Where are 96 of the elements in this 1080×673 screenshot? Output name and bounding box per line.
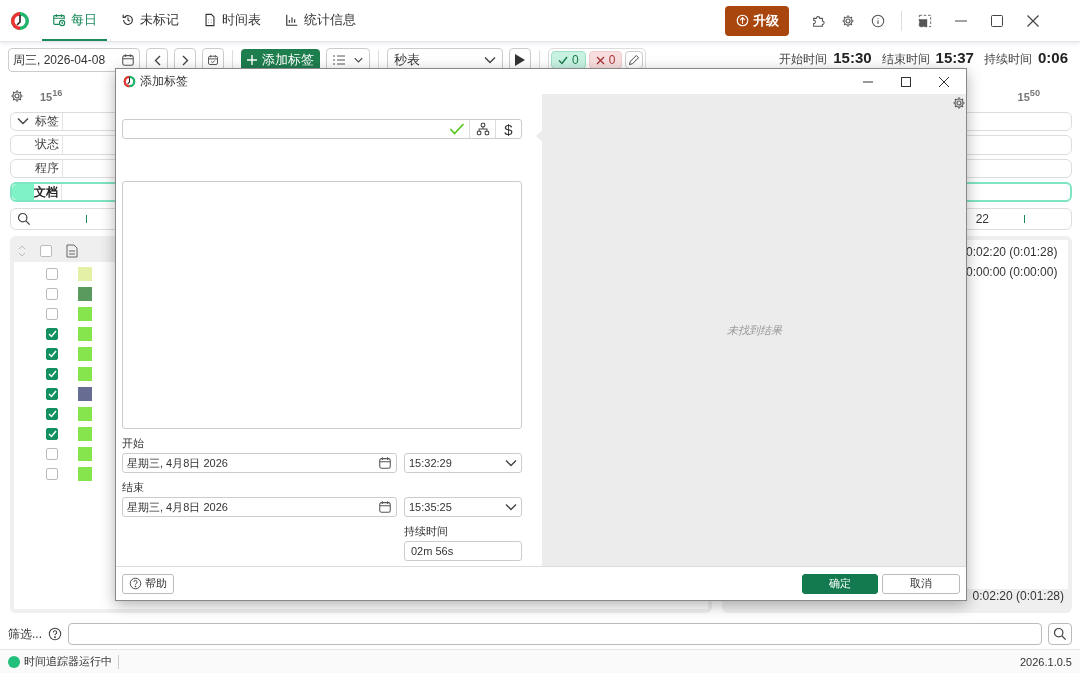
document-icon <box>66 244 78 258</box>
help-icon[interactable] <box>48 627 62 641</box>
maximize-icon[interactable] <box>990 13 1004 28</box>
history-icon <box>121 12 135 27</box>
x-icon <box>595 55 605 65</box>
version-text: 2026.1.0.5 <box>1020 655 1072 668</box>
scale-label: 22 <box>975 212 989 227</box>
dialog-title: 添加标签 <box>140 73 188 90</box>
list-icon <box>333 55 345 65</box>
stat-label: 持续时间 <box>983 50 1032 68</box>
field-label: 结束 <box>122 480 145 494</box>
check-icon <box>449 122 465 136</box>
cancel-button[interactable]: 取消 <box>882 573 960 594</box>
time-tick: 15$^{50}$ <box>1017 88 1040 104</box>
time-select[interactable]: 15:32:29 <box>404 453 522 473</box>
calendar-check-icon <box>207 54 219 66</box>
field-label: 开始 <box>122 436 145 450</box>
checkbox[interactable] <box>46 428 58 440</box>
chevron-left-icon <box>153 54 161 66</box>
time-tick: 15$^{16}$ <box>40 88 63 104</box>
bar-chart-icon <box>285 12 299 27</box>
checkbox[interactable] <box>46 348 58 360</box>
duration-text: 0:02:20 (0:01:28) <box>966 245 1058 259</box>
notes-field[interactable] <box>122 181 522 429</box>
checkbox[interactable] <box>46 448 58 460</box>
stat-value: 15:30 <box>833 48 872 66</box>
close-icon[interactable] <box>1026 13 1040 28</box>
chevron-right-icon <box>181 54 189 66</box>
add-tag-button[interactable]: 添加标签 <box>241 49 320 71</box>
checkbox[interactable] <box>46 368 58 380</box>
time-select[interactable]: 15:35:25 <box>404 497 522 517</box>
filter-label: 筛选... <box>8 625 42 643</box>
duration-field[interactable]: 02m 56s <box>404 541 522 561</box>
plus-icon <box>247 55 257 65</box>
stat-value: 15:37 <box>935 48 974 66</box>
checkbox[interactable] <box>46 308 58 320</box>
arrow-up-icon <box>735 14 749 27</box>
duration-text: 0:00:00 (0:00:00) <box>966 265 1058 279</box>
calendar-icon <box>378 500 392 514</box>
chevron-down-icon <box>505 459 517 467</box>
settings-icon[interactable] <box>952 96 966 110</box>
help-button[interactable]: 帮助 <box>122 573 174 594</box>
tab[interactable]: 每日 <box>42 0 107 41</box>
chevron-down-icon <box>17 117 29 126</box>
settings-icon[interactable] <box>10 88 24 103</box>
tab[interactable]: 统计信息 <box>275 0 366 41</box>
checkbox[interactable] <box>46 388 58 400</box>
calendar-icon <box>378 456 392 470</box>
settings-icon[interactable] <box>841 13 855 28</box>
stat-value: 0:06 <box>1037 48 1068 66</box>
checkbox[interactable] <box>46 408 58 420</box>
search-button[interactable] <box>1048 623 1072 645</box>
checkbox[interactable] <box>46 468 58 480</box>
layout-icon[interactable] <box>918 13 932 28</box>
status-text: 时间追踪器运行中 <box>24 654 112 669</box>
search-icon <box>17 212 31 227</box>
tab[interactable]: 时间表 <box>193 0 271 41</box>
status-indicator <box>8 655 20 668</box>
checkbox[interactable] <box>46 328 58 340</box>
total-text: 0:02:20 (0:01:28) <box>972 589 1064 603</box>
search-icon <box>1053 627 1067 641</box>
checkbox[interactable] <box>46 288 58 300</box>
field-label: 持续时间 <box>404 524 449 538</box>
tag-input-field[interactable]: $ <box>122 119 522 139</box>
currency-button[interactable]: $ <box>495 120 521 138</box>
pencil-icon <box>628 54 641 66</box>
date-field[interactable]: 周三, 2026-04-08 <box>8 48 140 72</box>
checkbox[interactable] <box>46 268 58 280</box>
ok-button[interactable]: 确定 <box>802 573 878 594</box>
tab[interactable]: 未标记 <box>111 0 189 41</box>
date-field[interactable]: 星期三, 4月8日 2026 <box>122 497 397 517</box>
calendar-icon <box>121 53 135 67</box>
reject-button[interactable]: 0 <box>588 51 623 69</box>
chevron-down-icon <box>505 503 517 511</box>
approve-button[interactable]: 0 <box>551 51 586 69</box>
app-logo-icon <box>10 10 30 31</box>
filter-field[interactable] <box>68 623 1042 645</box>
maximize-icon[interactable] <box>900 75 912 88</box>
select-all-checkbox[interactable] <box>40 245 52 257</box>
empty-message: 未找到结果 <box>726 322 782 338</box>
puzzle-icon[interactable] <box>811 13 825 28</box>
chevron-down-icon <box>354 57 363 63</box>
edit-button[interactable] <box>625 51 644 69</box>
date-field[interactable]: 星期三, 4月8日 2026 <box>122 453 397 473</box>
close-icon[interactable] <box>938 75 950 88</box>
play-icon <box>515 54 525 66</box>
document-icon <box>203 12 217 27</box>
calendar-clock-icon <box>52 12 66 27</box>
help-icon <box>129 577 142 590</box>
chevron-down-icon <box>484 56 496 64</box>
stat-label: 结束时间 <box>881 50 930 68</box>
upgrade-button[interactable]: 升级 <box>725 5 789 36</box>
check-icon <box>558 55 568 65</box>
info-icon[interactable] <box>871 13 885 28</box>
app-logo-icon <box>123 75 136 88</box>
stat-label: 开始时间 <box>779 50 828 68</box>
